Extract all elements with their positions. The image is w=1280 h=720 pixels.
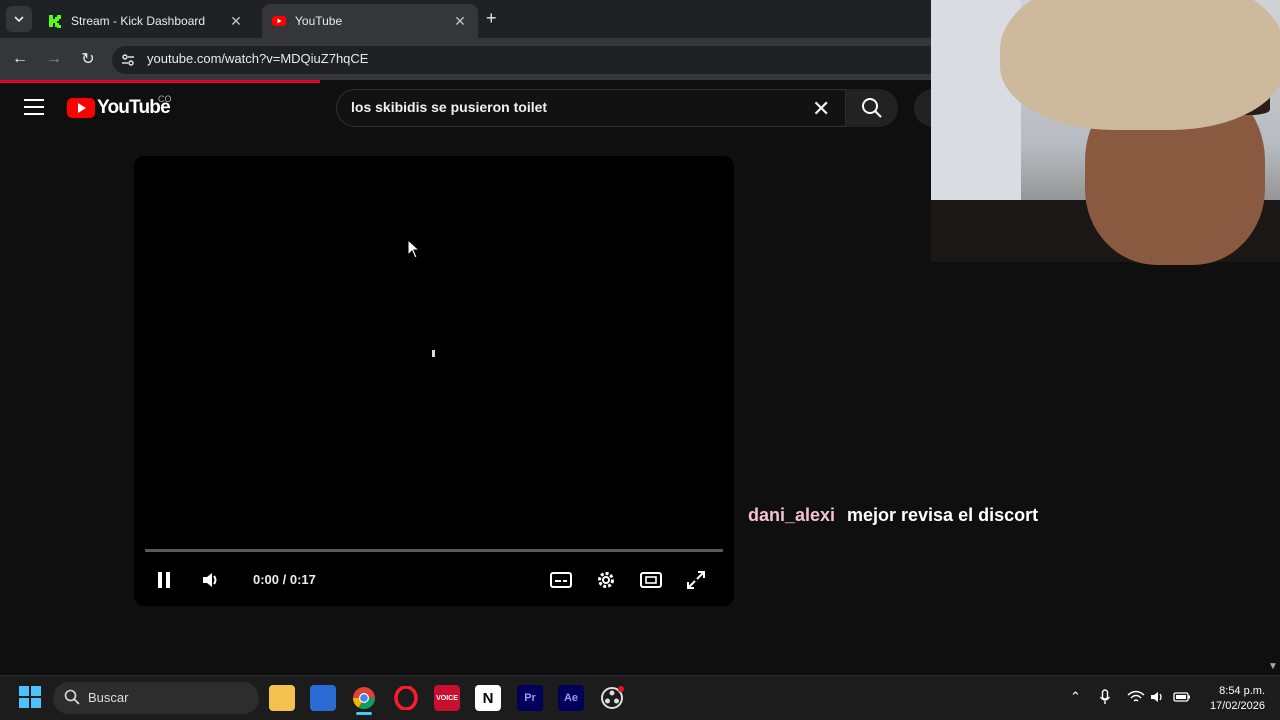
- volume-icon: [203, 573, 217, 587]
- subtitles-icon: [550, 572, 572, 588]
- wifi-icon[interactable]: [1127, 690, 1145, 704]
- page-load-progress: [0, 80, 320, 83]
- taskbar-search-placeholder[interactable]: Buscar: [88, 690, 128, 705]
- subtitles-button[interactable]: [549, 568, 573, 592]
- url-text[interactable]: youtube.com/watch?v=MDQiuZ7hqCE: [147, 51, 368, 66]
- menu-icon[interactable]: [24, 99, 44, 120]
- video-time: 0:00 / 0:17: [253, 572, 316, 587]
- loading-spinner: [432, 350, 435, 357]
- microsoft-store-icon[interactable]: [310, 685, 336, 711]
- pause-button[interactable]: [152, 568, 176, 592]
- theater-mode-icon: [640, 572, 662, 588]
- chevron-down-icon: [14, 16, 24, 23]
- kick-icon: [49, 15, 61, 28]
- chat-username: dani_alexi: [748, 505, 836, 525]
- search-query[interactable]: los skibidis se pusieron toilet: [351, 99, 547, 115]
- gear-icon: [598, 572, 614, 588]
- taskbar-clock[interactable]: 8:54 p.m. 17/02/2026: [1195, 684, 1265, 714]
- video-progress-bar[interactable]: [145, 549, 723, 552]
- clear-search-icon[interactable]: ✕: [812, 96, 830, 122]
- tab-title: Stream - Kick Dashboard: [71, 14, 206, 28]
- tab-title: YouTube: [295, 14, 343, 28]
- tab-youtube[interactable]: YouTube ✕: [262, 4, 478, 38]
- search-icon: [64, 689, 80, 705]
- file-explorer-icon[interactable]: [269, 685, 295, 711]
- video-player[interactable]: [134, 156, 734, 606]
- close-tab-icon[interactable]: ✕: [452, 13, 468, 30]
- chrome-icon[interactable]: [351, 685, 377, 711]
- after-effects-icon[interactable]: Ae: [558, 685, 584, 711]
- clock-time: 8:54 p.m.: [1219, 685, 1265, 697]
- search-icon: [862, 98, 882, 118]
- scroll-down-arrow-icon[interactable]: ▼: [1268, 661, 1278, 672]
- obs-icon[interactable]: [599, 685, 625, 711]
- youtube-logo[interactable]: YouTube: [67, 97, 171, 119]
- youtube-icon: [272, 16, 286, 26]
- site-settings-icon[interactable]: [120, 52, 136, 68]
- premiere-pro-icon[interactable]: Pr: [517, 685, 543, 711]
- theater-mode-button[interactable]: [639, 568, 663, 592]
- mouse-cursor-icon: [407, 239, 421, 259]
- forward-icon[interactable]: →: [42, 47, 66, 71]
- webcam-person-hat: [1000, 0, 1280, 130]
- volume-button[interactable]: [199, 568, 223, 592]
- reload-icon[interactable]: ↻: [76, 47, 100, 71]
- tab-kick-dashboard[interactable]: Stream - Kick Dashboard ✕: [38, 4, 254, 38]
- microphone-icon[interactable]: [1099, 689, 1111, 705]
- back-icon[interactable]: ←: [8, 47, 32, 71]
- battery-icon[interactable]: [1173, 690, 1191, 704]
- fullscreen-button[interactable]: [684, 568, 708, 592]
- close-tab-icon[interactable]: ✕: [228, 13, 244, 30]
- taskbar-search-box[interactable]: [53, 682, 259, 714]
- chat-message: mejor revisa el discort: [847, 505, 1039, 525]
- notion-icon[interactable]: N: [475, 685, 501, 711]
- country-code: CO: [158, 94, 172, 104]
- search-button[interactable]: [846, 89, 898, 127]
- new-tab-icon[interactable]: +: [486, 8, 497, 29]
- speaker-icon[interactable]: [1150, 690, 1166, 704]
- active-app-indicator: [356, 712, 372, 715]
- opera-icon[interactable]: [393, 685, 419, 711]
- settings-button[interactable]: [594, 568, 618, 592]
- fullscreen-icon: [687, 571, 705, 589]
- tab-search-button[interactable]: [6, 6, 32, 32]
- voicemeeter-icon[interactable]: VOICE: [434, 685, 460, 711]
- show-hidden-icons-icon[interactable]: ⌃: [1070, 689, 1081, 705]
- clock-date: 17/02/2026: [1209, 700, 1265, 712]
- pause-icon: [158, 572, 170, 588]
- youtube-play-logo-icon: [67, 98, 95, 118]
- windows-start-icon[interactable]: [19, 686, 41, 708]
